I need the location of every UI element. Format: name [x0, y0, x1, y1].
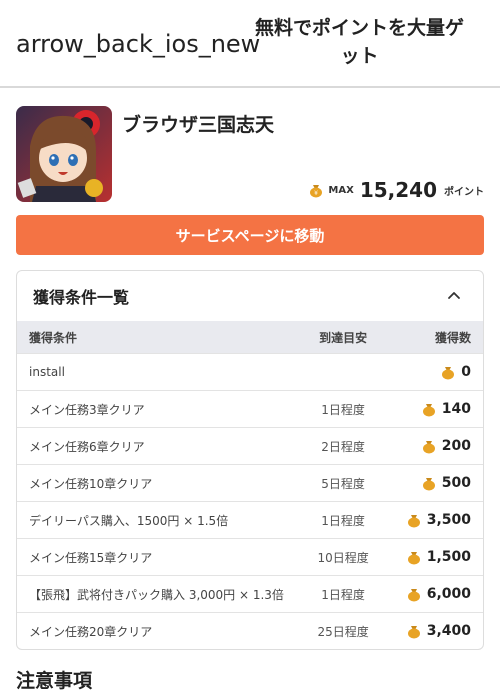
estimate-cell: 1日程度: [321, 402, 365, 417]
conditions-panel: 獲得条件一覧 獲得条件 到達目安 獲得数 install 0 メイン任務3章クリ…: [16, 270, 484, 650]
max-label: MAX: [328, 184, 354, 196]
back-arrow-icon[interactable]: arrow_back_ios_new: [16, 30, 260, 58]
condition-cell: メイン任務3章クリア: [29, 402, 145, 417]
table-row: メイン任務20章クリア 25日程度 3,400: [17, 612, 483, 649]
estimate-cell: 1日程度: [321, 587, 365, 602]
estimate-cell: 5日程度: [321, 476, 365, 491]
coin-bag-icon: [422, 441, 435, 454]
reward-cell: 0: [400, 364, 483, 380]
app-icon: [16, 106, 112, 202]
app-name: ブラウザ三国志天: [122, 114, 275, 136]
reward-value: 6,000: [426, 586, 472, 602]
reward-value: 3,500: [426, 512, 472, 528]
reward-value: 1,500: [426, 549, 472, 565]
coin-bag-icon: [422, 478, 435, 491]
reward-cell: 500: [400, 475, 483, 491]
notes-title: 注意事項: [16, 670, 93, 692]
table-header: 獲得条件 到達目安 獲得数: [17, 321, 483, 353]
table-row: メイン任務10章クリア 5日程度 500: [17, 464, 483, 501]
table-row: メイン任務6章クリア 2日程度 200: [17, 427, 483, 464]
max-points-value: 15,240: [359, 178, 437, 202]
game-character-icon: [16, 106, 112, 202]
reward-cell: 3,500: [400, 512, 483, 528]
coin-bag-icon: [442, 367, 455, 380]
coin-bag-icon: [407, 515, 420, 528]
app-header: arrow_back_ios_new 無料でポイントを大量ゲット: [0, 0, 500, 88]
coin-bag-icon: [422, 404, 435, 417]
reward-cell: 3,400: [400, 623, 483, 639]
reward-value: 140: [441, 401, 472, 417]
column-header-condition: 獲得条件: [29, 330, 78, 345]
table-row: デイリーパス購入、1500円 × 1.5倍 1日程度 3,500: [17, 501, 483, 538]
condition-cell: 【張飛】武将付きパック購入 3,000円 × 1.3倍: [29, 587, 284, 602]
condition-cell: メイン任務20章クリア: [29, 624, 153, 639]
condition-cell: デイリーパス購入、1500円 × 1.5倍: [29, 513, 229, 528]
page-title: 無料でポイントを大量ゲット: [254, 17, 464, 67]
reward-cell: 6,000: [400, 586, 483, 602]
reward-value: 500: [441, 475, 472, 491]
svg-text:¥: ¥: [314, 190, 318, 197]
condition-cell: メイン任務15章クリア: [29, 550, 153, 565]
table-row: メイン任務3章クリア 1日程度 140: [17, 390, 483, 427]
service-page-button[interactable]: サービスページに移動: [16, 215, 484, 255]
reward-value: 0: [461, 364, 472, 380]
table-row: メイン任務15章クリア 10日程度 1,500: [17, 538, 483, 575]
estimate-cell: 2日程度: [321, 439, 365, 454]
reward-cell: 1,500: [400, 549, 483, 565]
table-row: 【張飛】武将付きパック購入 3,000円 × 1.3倍 1日程度 6,000: [17, 575, 483, 612]
column-header-estimate: 到達目安: [319, 330, 368, 345]
estimate-cell: 10日程度: [317, 550, 369, 565]
points-unit: ポイント: [444, 186, 484, 198]
condition-cell: install: [29, 365, 65, 379]
estimate-cell: 1日程度: [321, 513, 365, 528]
condition-cell: メイン任務6章クリア: [29, 439, 145, 454]
conditions-title: 獲得条件一覧: [33, 288, 130, 307]
reward-cell: 140: [400, 401, 483, 417]
coin-bag-icon: [407, 589, 420, 602]
table-row: install 0: [17, 353, 483, 390]
reward-value: 3,400: [426, 623, 472, 639]
chevron-up-icon[interactable]: [445, 287, 463, 305]
reward-cell: 200: [400, 438, 483, 454]
coin-bag-icon: [407, 626, 420, 639]
reward-value: 200: [441, 438, 472, 454]
condition-cell: メイン任務10章クリア: [29, 476, 153, 491]
column-header-reward: 獲得数: [435, 330, 472, 345]
max-points-row: ¥ MAX 15,240 ポイント: [308, 178, 484, 202]
estimate-cell: 25日程度: [317, 624, 369, 639]
coin-bag-icon: ¥: [310, 185, 323, 198]
conditions-panel-header[interactable]: 獲得条件一覧: [17, 271, 483, 321]
coin-bag-icon: [407, 552, 420, 565]
